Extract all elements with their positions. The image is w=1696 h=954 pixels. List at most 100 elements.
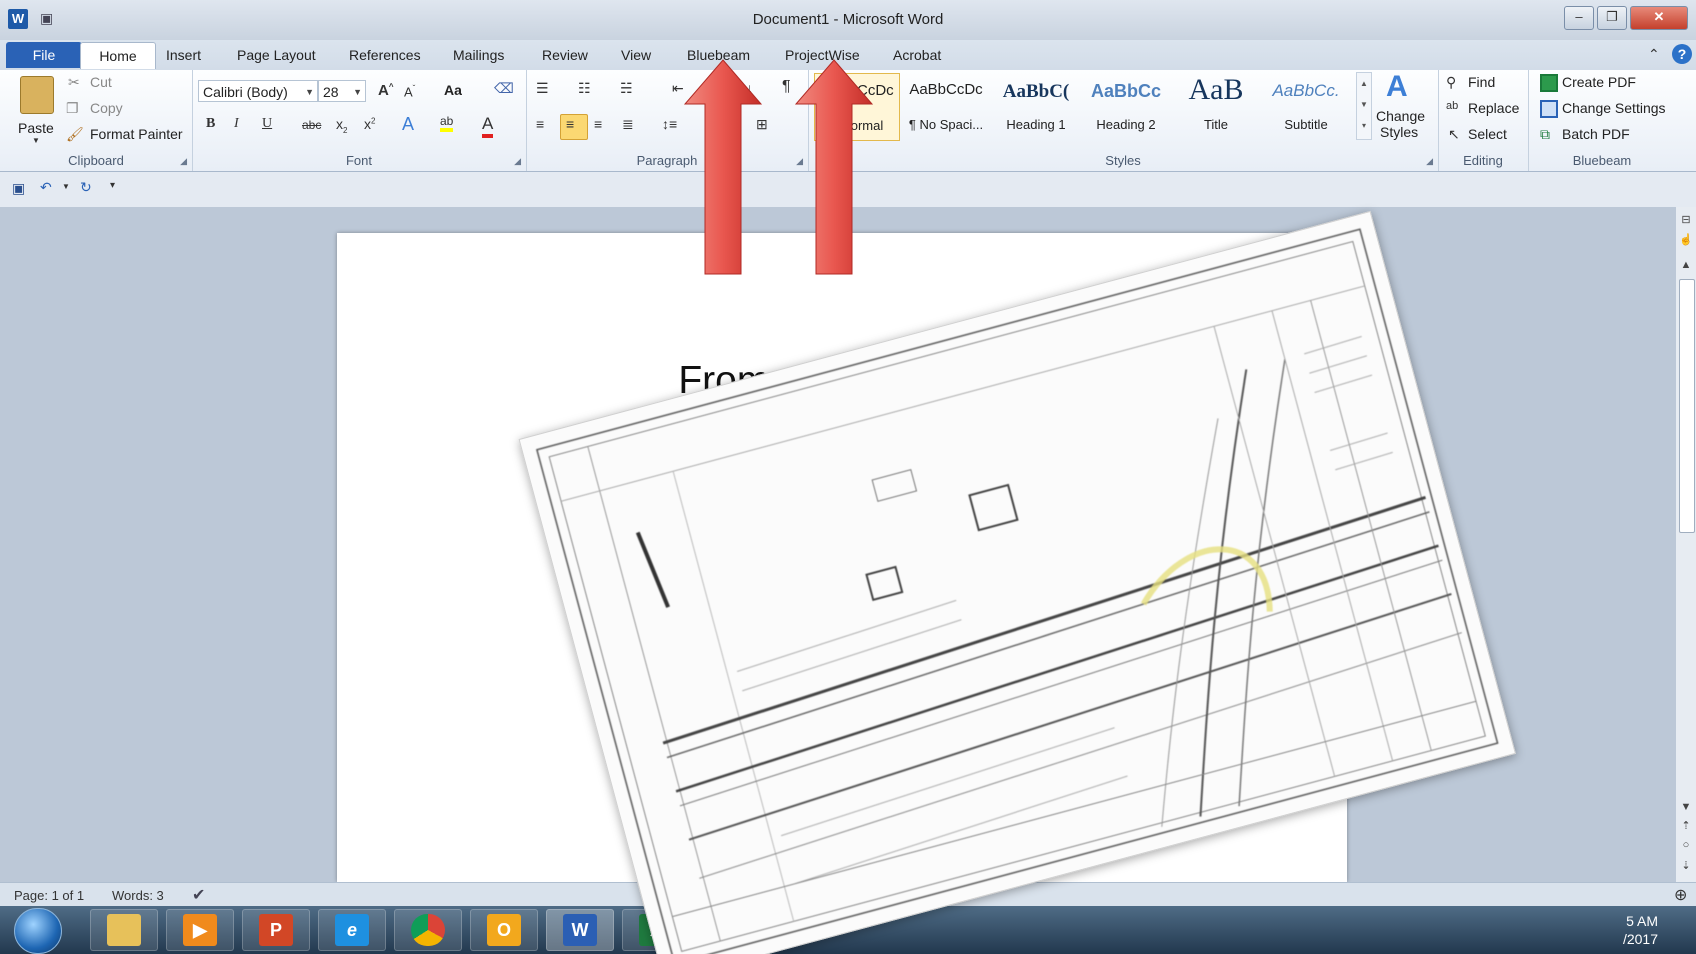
change-styles-button[interactable]: A Change Styles <box>1374 70 1434 150</box>
style-sample: AaBbC( <box>1002 81 1070 102</box>
scroll-up-icon[interactable]: ▲ <box>1676 259 1696 271</box>
highlight-icon[interactable]: ab <box>440 114 454 132</box>
select-button[interactable]: Select <box>1468 126 1507 142</box>
decrease-indent-icon[interactable]: ⇤ <box>672 80 684 97</box>
multilevel-list-icon[interactable]: ☵ <box>620 80 633 97</box>
explorer-taskbar-button[interactable] <box>90 909 158 951</box>
clock-date: /2017 <box>1622 931 1658 947</box>
tab-file[interactable]: File <box>6 42 82 68</box>
scissors-icon: ✂ <box>68 74 80 90</box>
create-pdf-button[interactable]: Create PDF <box>1562 74 1636 90</box>
minimize-ribbon-icon[interactable]: ⌃ <box>1648 46 1660 63</box>
font-launcher-icon[interactable]: ◢ <box>514 156 521 167</box>
justify-icon[interactable]: ≣ <box>622 116 634 133</box>
media-player-taskbar-button[interactable]: ▶ <box>166 909 234 951</box>
superscript-icon[interactable]: x2 <box>364 116 375 132</box>
tab-review[interactable]: Review <box>538 42 592 68</box>
styles-group-label: Styles <box>1105 153 1141 168</box>
chrome-taskbar-button[interactable] <box>394 909 462 951</box>
font-family-combo[interactable]: Calibri (Body) ▼ <box>198 80 318 102</box>
font-color-icon[interactable]: A <box>482 114 494 138</box>
powerpoint-icon: P <box>259 914 293 946</box>
style-heading-1[interactable]: AaBbC( Heading 1 <box>994 73 1078 139</box>
tab-page-layout[interactable]: Page Layout <box>233 42 320 68</box>
replace-icon: ab <box>1446 100 1459 112</box>
minimize-button[interactable]: – <box>1564 6 1594 30</box>
style-no-spacing[interactable]: AaBbCcDc ¶ No Spaci... <box>904 73 988 139</box>
proofing-icon[interactable]: ✔ <box>192 885 205 905</box>
clear-formatting-icon[interactable]: ⌫ <box>494 80 514 97</box>
style-sample: AaBbCcDc <box>909 81 983 98</box>
internet-explorer-taskbar-button[interactable]: e <box>318 909 386 951</box>
copy-button[interactable]: Copy <box>90 100 123 116</box>
cut-button[interactable]: Cut <box>90 74 112 90</box>
scroll-thumb[interactable] <box>1679 279 1695 533</box>
tab-acrobat[interactable]: Acrobat <box>889 42 945 68</box>
hand-icon[interactable]: ☝ <box>1676 233 1696 246</box>
styles-gallery-scroll[interactable]: ▲ ▼ ▾ <box>1356 72 1372 140</box>
text-effects-icon[interactable]: A <box>402 114 414 135</box>
style-subtitle[interactable]: AaBbCc. Subtitle <box>1264 73 1348 139</box>
italic-icon[interactable]: I <box>234 116 239 132</box>
line-spacing-icon[interactable]: ↕≡ <box>662 116 677 132</box>
bluebeam-group: Create PDF Change Settings ⧉ Batch PDF B… <box>1528 70 1676 171</box>
browse-object-icon[interactable]: ○ <box>1676 839 1696 851</box>
styles-launcher-icon[interactable]: ◢ <box>1426 156 1433 167</box>
style-heading-2[interactable]: AaBbCc Heading 2 <box>1084 73 1168 139</box>
customize-qat-icon[interactable]: ▾ <box>110 180 115 191</box>
underline-icon[interactable]: U <box>262 116 272 132</box>
powerpoint-taskbar-button[interactable]: P <box>242 909 310 951</box>
numbering-icon[interactable]: ☷ <box>578 80 591 97</box>
pilcrow-icon[interactable]: ¶ <box>782 78 791 96</box>
align-right-icon[interactable]: ≡ <box>594 116 602 132</box>
align-left-icon[interactable]: ≡ <box>536 116 544 132</box>
styles-group: AaBbCcDc ¶ Normal AaBbCcDc ¶ No Spaci...… <box>808 70 1439 171</box>
style-title[interactable]: AaB Title <box>1174 73 1258 139</box>
replace-button[interactable]: Replace <box>1468 100 1519 116</box>
shrink-font-icon[interactable]: Aˇ <box>404 84 415 99</box>
style-sample: AaBbCc <box>1090 81 1161 101</box>
internet-explorer-icon: e <box>335 914 369 946</box>
format-painter-button[interactable]: Format Painter <box>90 126 183 142</box>
word-count[interactable]: Words: 3 <box>112 888 164 903</box>
font-size-combo[interactable]: 28 ▼ <box>318 80 366 102</box>
style-name: Heading 2 <box>1096 117 1156 132</box>
word-taskbar-button[interactable]: W <box>546 909 614 951</box>
chevron-down-icon[interactable]: ▼ <box>62 182 70 191</box>
outlook-taskbar-button[interactable]: O <box>470 909 538 951</box>
undo-icon[interactable]: ↶ <box>40 179 52 196</box>
strikethrough-icon[interactable]: abc <box>302 118 321 132</box>
vertical-scrollbar[interactable]: ⊟ ☝ ▲ ▼ ⇡ ○ ⇣ <box>1676 207 1696 882</box>
find-button[interactable]: Find <box>1468 74 1495 90</box>
word-window: W ▣ Document1 - Microsoft Word – ❐ ✕ Fil… <box>0 0 1696 954</box>
change-settings-button[interactable]: Change Settings <box>1562 100 1666 116</box>
previous-page-icon[interactable]: ⇡ <box>1676 819 1696 832</box>
scroll-down-icon[interactable]: ▼ <box>1676 801 1696 813</box>
clipboard-launcher-icon[interactable]: ◢ <box>180 156 187 167</box>
ruler-toggle-icon[interactable]: ⊟ <box>1676 213 1696 226</box>
paste-button[interactable]: Paste ▼ <box>8 74 64 146</box>
zoom-in-icon[interactable]: ⊕ <box>1674 885 1687 905</box>
subscript-icon[interactable]: x2 <box>336 116 347 135</box>
bold-icon[interactable]: B <box>206 116 215 132</box>
bullets-icon[interactable]: ☰ <box>536 80 549 97</box>
tab-view[interactable]: View <box>617 42 655 68</box>
tab-references[interactable]: References <box>345 42 425 68</box>
tab-mailings[interactable]: Mailings <box>449 42 508 68</box>
tab-home[interactable]: Home <box>80 42 156 69</box>
clipboard-icon <box>20 76 54 114</box>
font-group: Calibri (Body) ▼ 28 ▼ A^ Aˇ Aa ⌫ B I U abc… <box>192 70 527 171</box>
help-icon[interactable]: ? <box>1672 44 1692 64</box>
redo-icon[interactable]: ↻ <box>80 179 92 196</box>
start-button[interactable] <box>14 908 62 954</box>
save-icon[interactable]: ▣ <box>12 180 25 197</box>
page-count[interactable]: Page: 1 of 1 <box>14 888 84 903</box>
restore-button[interactable]: ❐ <box>1597 6 1627 30</box>
next-page-icon[interactable]: ⇣ <box>1676 859 1696 872</box>
tab-insert[interactable]: Insert <box>162 42 205 68</box>
change-case-button[interactable]: Aa <box>444 82 462 98</box>
batch-pdf-button[interactable]: Batch PDF <box>1562 126 1630 142</box>
grow-font-icon[interactable]: A^ <box>378 82 394 99</box>
system-clock[interactable]: 5 AM /2017 <box>1600 912 1658 948</box>
close-button[interactable]: ✕ <box>1630 6 1688 30</box>
